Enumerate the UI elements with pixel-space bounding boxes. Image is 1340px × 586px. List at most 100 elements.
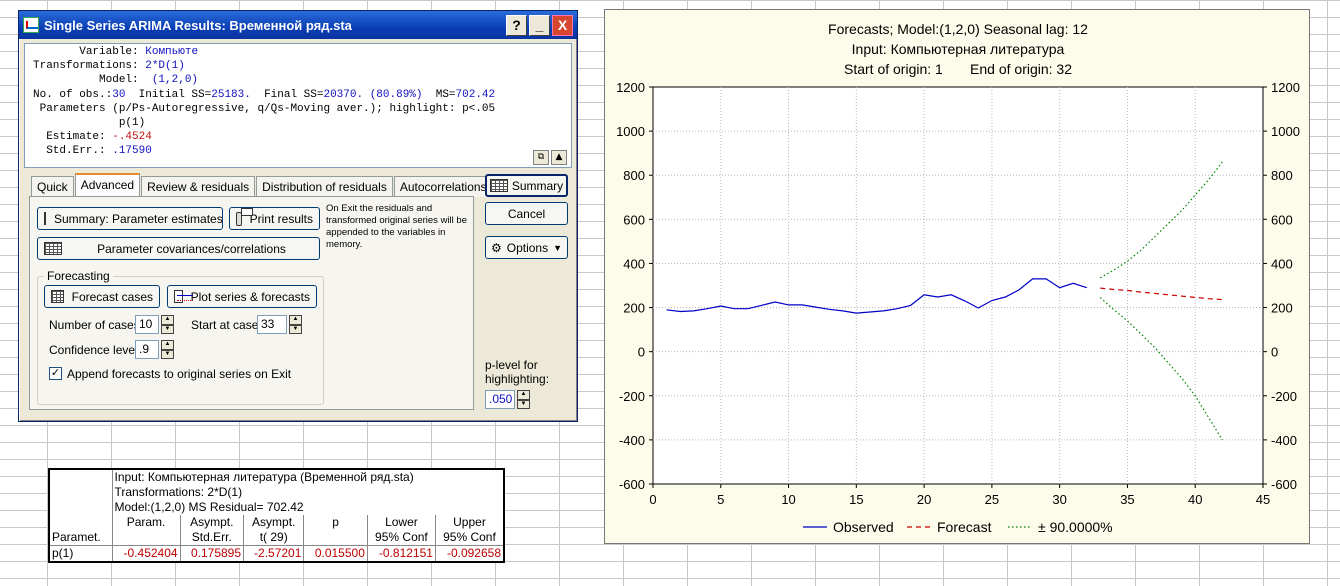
close-button[interactable]: X [552,14,573,36]
y2-tick-label: -200 [1271,389,1297,404]
col-subheader-t: t( 29) [243,530,304,546]
y-tick-label: 200 [623,301,645,316]
y-tick-label: -200 [619,389,645,404]
forecast-chart-svg: Forecasts; Model:(1,2,0) Seasonal lag: 1… [616,21,1300,535]
start-at-case-spinner[interactable]: 33 ▲ ▼ [257,315,302,334]
results-line-transformations: Transformations: 2*D(1) [33,60,185,73]
legend-label: Observed [833,519,894,535]
arima-results-window: Single Series ARIMA Results: Временной р… [18,10,578,422]
y-tick-label: 400 [623,256,645,271]
chart-title-line: Start of origin: 1 End of origin: 32 [844,61,1072,77]
sheet-header-2: Transformations: 2*D(1) [114,485,243,499]
tab-distribution-residuals[interactable]: Distribution of residuals [256,176,393,197]
results-line-ss: No. of obs.:30 Initial SS=25183. Final S… [33,88,496,101]
start-at-case-input[interactable]: 33 [257,315,287,334]
x-tick-label: 35 [1120,492,1134,507]
summary-parameter-estimates-button[interactable]: Summary: Parameter estimates [37,207,223,230]
p-level-input[interactable]: .050 [485,390,515,409]
arrow-up-icon[interactable]: ▲ [161,315,174,325]
col-header-t: Asympt. [243,515,304,530]
x-tick-label: 15 [849,492,863,507]
arrow-up-icon[interactable]: ▲ [517,390,530,400]
results-line-estimate: Estimate: -.4524 [46,131,152,144]
number-of-cases-label: Number of cases: [49,318,144,332]
row-header: Paramet. [50,470,113,546]
number-of-cases-spinner[interactable]: 10 ▲ ▼ [135,315,174,334]
exit-note: On Exit the residuals and transformed or… [326,203,467,250]
parameter-covariances-button[interactable]: Parameter covariances/correlations [37,237,320,260]
spinner-arrows[interactable]: ▲ ▼ [161,340,174,359]
y2-tick-label: 0 [1271,345,1278,360]
x-tick-label: 30 [1052,492,1066,507]
results-line-col: p(1) [118,117,146,130]
x-tick-label: 0 [649,492,656,507]
scroll-up-icon[interactable]: ▲ [551,150,567,165]
cell-stderr: 0.175895 [179,545,244,561]
arrow-down-icon[interactable]: ▼ [289,324,302,334]
arrow-up-icon[interactable]: ▲ [289,315,302,325]
y-tick-label: 600 [623,212,645,227]
copy-icon[interactable]: ⧉ [533,150,549,165]
plot-area [652,86,1264,485]
title-bar[interactable]: Single Series ARIMA Results: Временной р… [19,11,577,39]
row-label: p(1) [50,545,113,561]
number-of-cases-input[interactable]: 10 [135,315,159,334]
y-tick-label: 0 [638,345,645,360]
append-forecasts-checkbox[interactable]: ✓ [49,367,62,380]
col-subheader-lower: 95% Conf [366,530,436,546]
chart-title-line: Forecasts; Model:(1,2,0) Seasonal lag: 1… [828,21,1088,37]
forecast-chart: Forecasts; Model:(1,2,0) Seasonal lag: 1… [604,9,1310,544]
plot-series-forecasts-button[interactable]: Plot series & forecasts [167,285,317,308]
y2-tick-label: 200 [1271,301,1293,316]
col-subheader-stderr: Std.Err. [179,530,244,546]
tab-autocorrelations[interactable]: Autocorrelations [393,176,493,197]
tab-review-residuals[interactable]: Review & residuals [141,176,256,197]
spinner-arrows[interactable]: ▲ ▼ [161,315,174,334]
forecasting-legend: Forecasting [47,269,110,283]
x-tick-label: 20 [917,492,931,507]
arrow-down-icon[interactable]: ▼ [161,324,174,334]
x-tick-label: 25 [985,492,999,507]
cell-lower: -0.812151 [366,545,436,561]
y-tick-label: -400 [619,433,645,448]
spinner-arrows[interactable]: ▲ ▼ [517,390,530,409]
printer-icon [236,207,252,226]
summary-button[interactable]: Summary [485,174,568,197]
y2-tick-label: -600 [1271,477,1297,492]
chart-title-line: Input: Компьютерная литература [852,41,1065,57]
y-tick-label: 1000 [616,124,645,139]
arrow-down-icon[interactable]: ▼ [161,349,174,359]
y-tick-label: -600 [619,477,645,492]
results-line-params: Parameters (p/Ps-Autoregressive, q/Qs-Mo… [39,102,496,115]
sheet-header-3: Model:(1,2,0) MS Residual= 702.42 [114,500,304,514]
app-chart-icon [23,17,39,33]
arrow-down-icon[interactable]: ▼ [517,399,530,409]
confidence-level-spinner[interactable]: .9 ▲ ▼ [135,340,174,359]
print-results-button[interactable]: Print results [229,207,320,230]
p-level-spinner[interactable]: .050 ▲ ▼ [485,390,530,409]
cell-upper: -0.092658 [434,545,503,561]
legend-label: Forecast [937,519,992,535]
start-at-case-label: Start at case: [191,318,262,332]
spinner-arrows[interactable]: ▲ ▼ [289,315,302,334]
confidence-level-input[interactable]: .9 [135,340,159,359]
tab-quick[interactable]: Quick [31,176,74,197]
results-line-stderr: Std.Err.: .17590 [46,145,152,158]
col-header-param: Param. [126,515,166,529]
minimize-button[interactable]: _ [529,14,550,36]
y2-tick-label: 800 [1271,168,1293,183]
y2-tick-label: 400 [1271,256,1293,271]
cell-p: 0.015500 [303,545,368,561]
options-icon: ⚙ [490,240,502,255]
tab-strip: Quick Advanced Review & residuals Distri… [31,173,494,197]
x-tick-label: 40 [1188,492,1202,507]
options-button[interactable]: ⚙ Options ▼ [485,236,568,259]
tab-advanced[interactable]: Advanced [74,173,141,197]
arrow-up-icon[interactable]: ▲ [161,340,174,350]
p-level-label: p-level for highlighting: [485,358,550,386]
y2-tick-label: 600 [1271,212,1293,227]
help-button[interactable]: ? [506,14,527,36]
y2-tick-label: 1000 [1271,124,1300,139]
cancel-button[interactable]: Cancel [485,202,568,225]
forecast-cases-button[interactable]: Forecast cases [44,285,160,308]
